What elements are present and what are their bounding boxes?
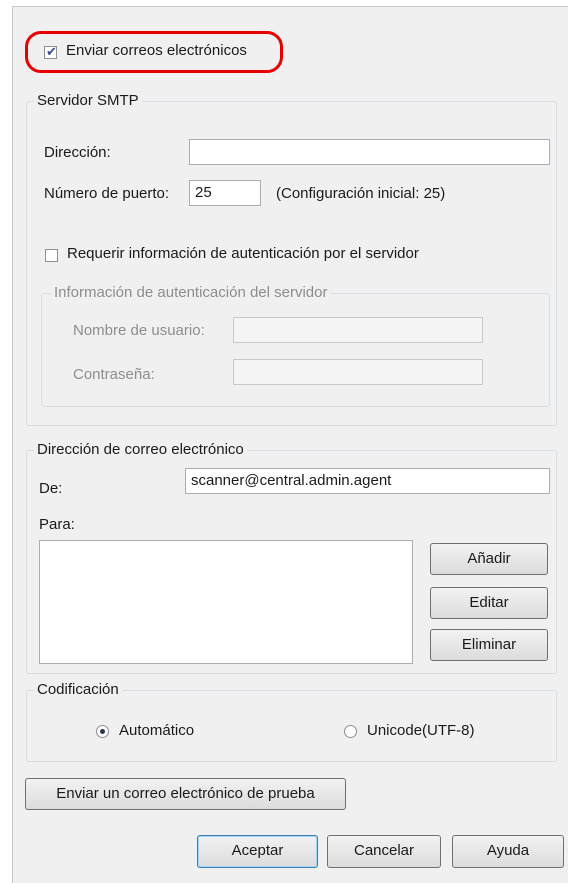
add-button[interactable]: Añadir [430, 543, 548, 575]
username-field[interactable] [233, 317, 483, 343]
auth-info-title: Información de autenticación del servido… [51, 284, 331, 301]
edit-button[interactable]: Editar [430, 587, 548, 619]
encoding-unicode-label: Unicode(UTF-8) [367, 722, 475, 739]
cancel-button[interactable]: Cancelar [327, 835, 441, 868]
encoding-unicode-radio[interactable] [344, 725, 357, 738]
send-test-email-button[interactable]: Enviar un correo electrónico de prueba [25, 778, 346, 810]
encoding-automatic-label: Automático [119, 722, 195, 739]
port-hint: (Configuración inicial: 25) [276, 185, 446, 202]
encoding-title: Codificación [34, 681, 122, 698]
require-auth-checkbox[interactable] [45, 249, 58, 262]
auth-info-group [41, 293, 550, 407]
encoding-automatic-radio[interactable] [96, 725, 109, 738]
from-field[interactable]: scanner@central.admin.agent [185, 468, 550, 494]
username-label: Nombre de usuario: [73, 322, 205, 339]
radio-selected-dot [100, 729, 105, 734]
email-address-title: Dirección de correo electrónico [34, 441, 247, 458]
highlight-annotation [25, 31, 283, 73]
delete-button[interactable]: Eliminar [430, 629, 548, 661]
address-field[interactable] [189, 139, 550, 165]
to-label: Para: [39, 516, 75, 533]
password-field[interactable] [233, 359, 483, 385]
from-label: De: [39, 480, 63, 497]
require-auth-label: Requerir información de autenticación po… [67, 245, 419, 262]
to-list[interactable] [39, 540, 413, 664]
smtp-server-title: Servidor SMTP [34, 92, 142, 109]
port-label: Número de puerto: [44, 185, 170, 202]
ok-button[interactable]: Aceptar [197, 835, 318, 868]
port-field[interactable]: 25 [189, 180, 261, 206]
help-button[interactable]: Ayuda [452, 835, 564, 868]
address-label: Dirección: [44, 144, 111, 161]
password-label: Contraseña: [73, 366, 155, 383]
